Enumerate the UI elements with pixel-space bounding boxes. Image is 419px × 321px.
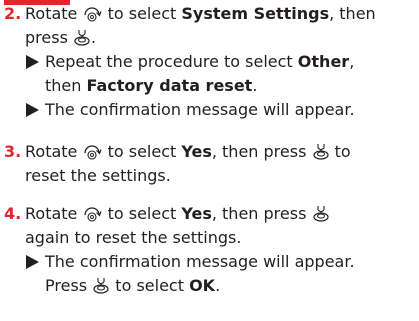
step-text: Rotate to select System Settings, then p…: [25, 4, 376, 47]
press-knob-icon: [312, 205, 330, 222]
press-knob-icon: [312, 143, 330, 160]
press-knob-icon: [73, 29, 91, 46]
step-number: 3.: [4, 142, 22, 161]
dial-rotate-icon: [82, 6, 102, 22]
step-text: Rotate to select Yes, then press to rese…: [25, 142, 351, 185]
step-number: 4.: [4, 204, 22, 223]
dial-rotate-icon: [82, 144, 102, 160]
step-text: Rotate to select Yes, then press again t…: [25, 202, 414, 250]
arrow-bullet-icon: [26, 103, 39, 117]
sub-step: The confirmation message will appear. Pr…: [25, 250, 414, 298]
sub-step: Repeat the procedure to select Other, th…: [25, 50, 414, 98]
arrow-bullet-icon: [26, 55, 39, 69]
step-4: 4. Rotate to select Yes, then press agai…: [4, 202, 414, 298]
arrow-bullet-icon: [26, 255, 39, 269]
press-knob-icon: [92, 277, 110, 294]
step-2: 2. Rotate to select System Settings, the…: [4, 2, 414, 122]
step-number: 2.: [4, 4, 22, 23]
dial-rotate-icon: [82, 206, 102, 222]
sub-step: The confirmation message will appear.: [25, 98, 414, 122]
step-3: 3. Rotate to select Yes, then press to r…: [4, 140, 414, 188]
